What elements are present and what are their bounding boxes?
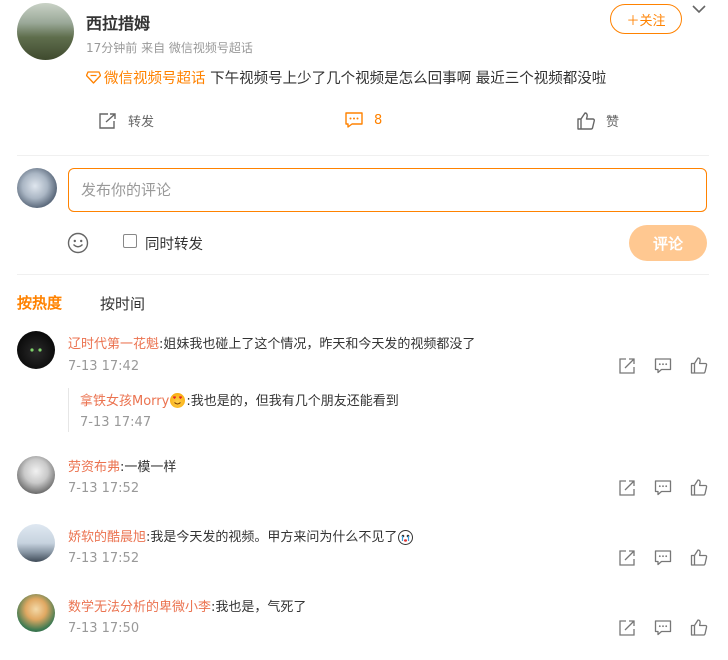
comment-text: :我也是，气死了 (211, 600, 307, 615)
repost-checkbox[interactable] (123, 234, 137, 248)
reply-time: 7-13 17:47 (80, 415, 152, 430)
comment-text: :姐妹我也碰上了这个情况，昨天和今天发的视频都没了 (159, 337, 476, 352)
like-icon[interactable] (690, 549, 708, 567)
follow-button[interactable]: ＋关注 (610, 4, 682, 34)
comment-actions (618, 357, 708, 375)
comment-icon[interactable] (654, 619, 672, 637)
commenter-name[interactable]: 劳资布弗 (68, 460, 120, 475)
reply-text-row: 拿铁女孩Morry :我也是的，但我有几个朋友还能看到 (80, 390, 399, 409)
comment-text-row: 辽时代第一花魁:姐妹我也碰上了这个情况，昨天和今天发的视频都没了 (68, 333, 475, 352)
comment-text-row: 娇软的酷晨旭:我是今天发的视频。甲方来问为什么不见了 (68, 526, 414, 545)
reply-author-name[interactable]: 拿铁女孩Morry (80, 394, 169, 409)
commenter-name[interactable]: 数学无法分析的卑微小李 (68, 600, 211, 615)
post-author-avatar[interactable] (17, 3, 74, 60)
comment-icon[interactable] (654, 357, 672, 375)
commenter-avatar[interactable] (17, 524, 55, 562)
comment-text: :一模一样 (120, 460, 177, 475)
comment-actions (618, 549, 708, 567)
reply-text: :我也是的，但我有几个朋友还能看到 (186, 394, 399, 409)
repost-checkbox-label: 同时转发 (145, 237, 203, 253)
commenter-avatar[interactable] (17, 456, 55, 494)
divider (17, 155, 709, 156)
crying-emoji-icon (398, 530, 414, 545)
submit-comment-button[interactable]: 评论 (629, 225, 707, 261)
repost-label: 转发 (128, 115, 155, 130)
sort-by-time-tab[interactable]: 按时间 (100, 293, 145, 314)
comment-text: :我是今天发的视频。甲方来问为什么不见了 (146, 530, 398, 545)
current-user-avatar (17, 168, 57, 208)
like-icon[interactable] (690, 479, 708, 497)
repost-icon (99, 112, 116, 129)
comment-count: 8 (374, 112, 383, 128)
like-icon (577, 111, 595, 130)
comment-actions (618, 479, 708, 497)
comment-time: 7-13 17:52 (68, 481, 140, 496)
divider (17, 274, 709, 275)
super-topic-icon (85, 71, 102, 84)
comment-text-row: 劳资布弗:一模一样 (68, 456, 176, 475)
like-icon[interactable] (690, 619, 708, 637)
comment-actions (618, 619, 708, 637)
comment-input[interactable] (68, 168, 707, 212)
commenter-name[interactable]: 娇软的酷晨旭 (68, 530, 146, 545)
repost-button[interactable]: 转发 (98, 111, 154, 130)
comment-button[interactable]: 8 (344, 111, 382, 129)
like-button[interactable]: 赞 (576, 111, 619, 130)
commenter-name[interactable]: 辽时代第一花魁 (68, 337, 159, 352)
comment-text-row: 数学无法分析的卑微小李:我也是，气死了 (68, 596, 306, 615)
post-meta: 17分钟前 来自 微信视频号超话 (86, 41, 253, 55)
reply-indent-bar (68, 388, 69, 432)
chevron-down-icon[interactable] (690, 0, 708, 18)
comment-icon[interactable] (654, 549, 672, 567)
like-icon[interactable] (690, 357, 708, 375)
share-icon[interactable] (618, 479, 636, 497)
cat-icon (30, 348, 42, 352)
post-body: 微信视频号超话 下午视频号上少了几个视频是怎么回事啊 最近三个视频都没啦 (85, 67, 607, 88)
post-author-name[interactable]: 西拉措姆 (86, 10, 150, 34)
share-icon[interactable] (618, 357, 636, 375)
comment-icon[interactable] (654, 479, 672, 497)
like-label: 赞 (606, 115, 620, 130)
comment-time: 7-13 17:52 (68, 551, 140, 566)
share-icon[interactable] (618, 619, 636, 637)
emoji-icon[interactable] (67, 232, 89, 254)
share-icon[interactable] (618, 549, 636, 567)
commenter-avatar[interactable] (17, 594, 55, 632)
commenter-avatar[interactable] (17, 331, 55, 369)
super-topic-link[interactable]: 微信视频号超话 (104, 71, 206, 87)
comment-time: 7-13 17:42 (68, 359, 140, 374)
sort-by-hot-tab[interactable]: 按热度 (17, 292, 62, 313)
heart-eyes-emoji-icon (170, 393, 186, 408)
comment-time: 7-13 17:50 (68, 621, 140, 636)
post-text: 下午视频号上少了几个视频是怎么回事啊 最近三个视频都没啦 (205, 71, 607, 87)
comment-icon (345, 112, 363, 128)
